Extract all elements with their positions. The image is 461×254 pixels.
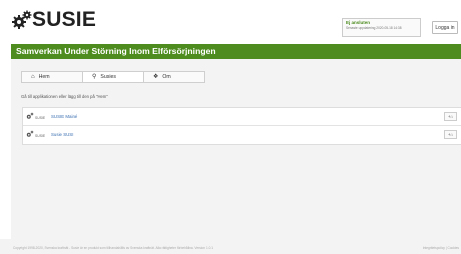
tab-about[interactable]: ❖ Om [143,71,205,83]
title-bar: Samverkan Under Störning Inom Elförsörjn… [11,44,461,59]
add-home-icon: +⌂ [447,114,454,119]
add-home-icon: +⌂ [447,132,454,137]
tab-label: Hem [38,74,50,80]
tab-label: Om [162,74,171,80]
header: SUSIE Ej ansluten Senaste uppdatering 20… [0,0,461,44]
tab-susies[interactable]: ⚲ Susies [82,71,144,83]
info-icon: ❖ [153,74,159,80]
add-to-home-button[interactable]: +⌂ [444,112,457,121]
application-link[interactable]: SUSIE Mainé [51,114,77,119]
page-title: Samverkan Under Störning Inom Elförsörjn… [16,46,216,56]
tab-bar: ⌂ Hem ⚲ Susies ❖ Om [21,71,205,83]
row-logo: SUSIE [26,130,45,138]
row-logo-text: SUSIE [35,134,46,138]
intro-text: Gå till applikationen eller lägg till de… [21,94,108,99]
susie-logo[interactable]: SUSIE [12,8,97,31]
tab-label: Susies [100,74,116,80]
gears-icon [12,10,32,29]
home-icon: ⌂ [31,74,35,80]
login-button[interactable]: Logga in [432,21,458,34]
gears-icon [26,112,34,119]
footer: Copyright 1998-2020, Svenska kraftnät - … [0,239,461,254]
search-icon: ⚲ [92,74,97,80]
main-panel: ⌂ Hem ⚲ Susies ❖ Om Gå till applikatione… [11,59,461,239]
application-list: SUSIE SUSIE Mainé +⌂ SUSIE Susie SUSI +⌂ [22,107,461,145]
copyright-text: Copyright 1998-2020, Svenska kraftnät - … [13,246,214,250]
list-item: SUSIE SUSIE Mainé +⌂ [23,108,461,126]
connection-status: Ej ansluten Senaste uppdatering 2020-05-… [342,18,421,37]
logo-text: SUSIE [32,8,97,31]
tab-home[interactable]: ⌂ Hem [21,71,83,83]
list-item: SUSIE Susie SUSI +⌂ [23,126,461,144]
footer-links[interactable]: Integritetspolicy | Cookies [423,246,459,250]
add-to-home-button[interactable]: +⌂ [444,130,457,139]
application-link[interactable]: Susie SUSI [51,132,73,137]
status-subtitle: Senaste uppdatering 2020-05-18 14:38 [346,26,402,30]
row-logo-text: SUSIE [35,116,46,120]
gears-icon [26,130,34,137]
row-logo: SUSIE [26,112,45,120]
